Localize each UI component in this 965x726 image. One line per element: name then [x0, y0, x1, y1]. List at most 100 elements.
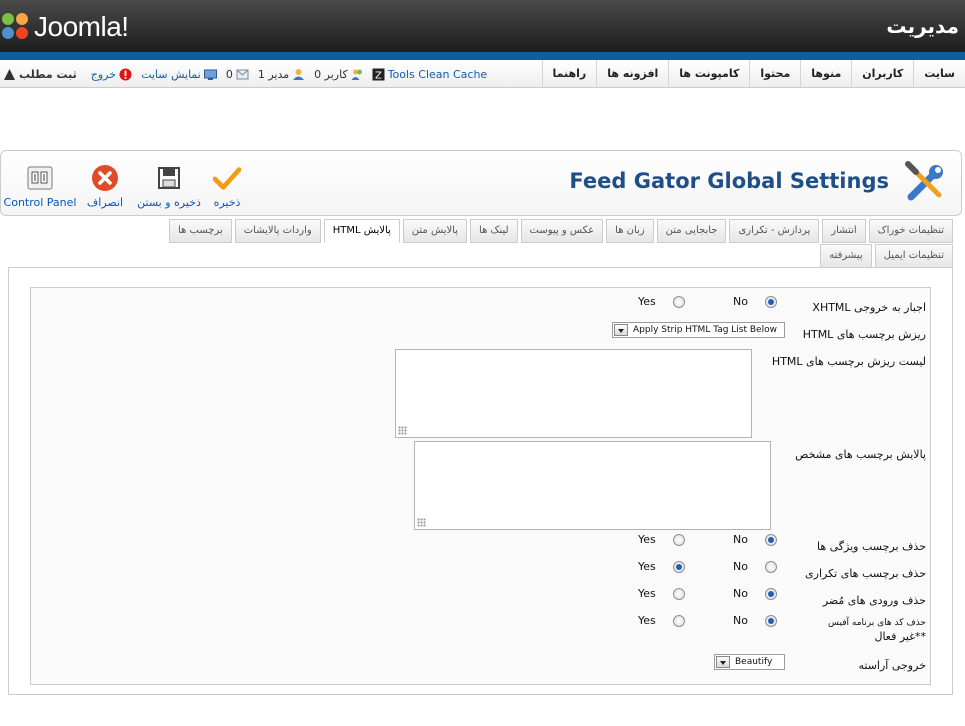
svg-text:Z: Z: [375, 70, 382, 81]
tab-advanced[interactable]: پیشرفته: [820, 244, 872, 268]
remove-dupes-yes-label: Yes: [638, 560, 656, 573]
admins-count: 1 مدیر: [258, 68, 308, 81]
joomla-logo[interactable]: Joomla!: [2, 10, 129, 44]
resize-grip-icon[interactable]: [417, 518, 426, 527]
cancel-icon: [91, 164, 119, 192]
remove-dupes-no-label: No: [733, 560, 748, 573]
users-count-label: کاربر: [324, 67, 348, 81]
remove-attrs-yes-label: Yes: [638, 533, 656, 546]
logout-icon: [119, 68, 132, 80]
menu-bar: سایت کاربران منوها محتوا کامپونت ها افزو…: [0, 60, 965, 88]
save-label: ذخیره: [213, 196, 241, 209]
remove-harmful-yes-radio[interactable]: [673, 588, 685, 600]
cancel-label: انصراف: [86, 196, 124, 209]
menu-item-site[interactable]: سایت: [913, 60, 965, 88]
remove-dupes-yes-radio[interactable]: [673, 561, 685, 573]
menu-item-users[interactable]: کاربران: [851, 60, 913, 88]
settings-form: اجبار به خروجی XHTML No Yes ریزش برچسب ه…: [30, 287, 931, 685]
strip-html-value: Apply Strip HTML Tag List Below: [633, 325, 777, 335]
admin-header: Joomla! مدیریت: [0, 0, 965, 52]
tab-publishing[interactable]: انتشار: [822, 219, 866, 243]
tab-languages[interactable]: زبان ها: [606, 219, 654, 243]
checkmark-icon: [213, 164, 241, 192]
save-button[interactable]: ذخیره: [205, 159, 249, 209]
tabs-row-2: تنظیمات ایمیل پیشرفته: [817, 244, 953, 268]
page-title: Feed Gator Global Settings: [569, 169, 889, 193]
tab-panel: اجبار به خروجی XHTML No Yes ریزش برچسب ه…: [8, 267, 953, 695]
remove-office-no-radio[interactable]: [765, 615, 777, 627]
remove-office-no-label: No: [733, 614, 748, 627]
logout-link[interactable]: خروج: [91, 68, 135, 81]
menu-item-extensions[interactable]: افزونه ها: [596, 60, 668, 88]
remove-harmful-no-radio[interactable]: [765, 588, 777, 600]
remove-harmful-label: حذف ورودی های مُضر: [822, 594, 926, 607]
control-panel-icon: [26, 164, 54, 192]
tab-html-filter[interactable]: پالایش HTML: [323, 219, 400, 243]
tab-text-filter[interactable]: پالایش متن: [402, 219, 468, 243]
remove-dupes-no-radio[interactable]: [765, 561, 777, 573]
tab-import-filters[interactable]: واردات پالایشات: [234, 219, 321, 243]
tab-links[interactable]: لینک ها: [470, 219, 518, 243]
preview-label: ثبت مطلب: [19, 67, 77, 81]
remove-office-yes-radio[interactable]: [673, 615, 685, 627]
remove-office-disabled-note: **غیر فعال: [874, 630, 926, 643]
resize-grip-icon[interactable]: [398, 426, 407, 435]
strip-html-select[interactable]: Apply Strip HTML Tag List Below: [612, 322, 785, 338]
beautify-select[interactable]: Beautify: [714, 654, 785, 670]
tools-icon: Z: [372, 68, 385, 81]
tab-images-attachments[interactable]: عکس و پیوست: [520, 219, 604, 243]
clean-cache-link[interactable]: Z Tools Clean Cache: [369, 68, 488, 81]
remove-harmful-no-label: No: [733, 587, 748, 600]
clean-cache-label[interactable]: Tools Clean Cache: [388, 68, 488, 81]
users-count: 0 کاربر: [314, 68, 367, 81]
tab-email-settings[interactable]: تنظیمات ایمیل: [874, 244, 953, 268]
status-bar: ثبت مطلب خروج نمایش سایت 0 1 مدیر 0 کارب…: [0, 60, 490, 88]
tab-text-replace[interactable]: جابجایی متن: [656, 219, 727, 243]
chevron-down-icon: [716, 656, 730, 668]
menu-item-help[interactable]: راهنما: [541, 60, 597, 88]
logout-label[interactable]: خروج: [91, 68, 116, 81]
remove-attrs-no-radio[interactable]: [765, 534, 777, 546]
cancel-button[interactable]: انصراف: [77, 159, 133, 209]
preview-link[interactable]: ثبت مطلب: [0, 68, 77, 81]
strip-list-textarea[interactable]: [395, 349, 752, 438]
force-xhtml-no-radio[interactable]: [765, 296, 777, 308]
preview-icon: [4, 68, 15, 80]
control-panel-button[interactable]: Control Panel: [4, 159, 76, 209]
tab-feed-settings[interactable]: تنظیمات خوراک: [868, 219, 953, 243]
view-site-label[interactable]: نمایش سایت: [141, 68, 201, 81]
tabs-row-1: تنظیمات خوراک انتشار پردازش - تکراری جاب…: [166, 219, 953, 243]
logo-text: Joomla!: [34, 11, 129, 42]
tab-duplicate-processing[interactable]: پردازش - تکراری: [729, 219, 820, 243]
toolbar: Control Panel انصراف ذخیره و بستن ذخیره …: [0, 150, 962, 216]
admins-count-value: 1: [257, 67, 265, 81]
messages-count-value: 0: [225, 67, 233, 81]
force-xhtml-yes-radio[interactable]: [673, 296, 685, 308]
messages-count[interactable]: 0: [226, 68, 252, 81]
users-icon: [351, 69, 362, 80]
menu-item-components[interactable]: کامپونت ها: [668, 60, 749, 88]
toolbar-buttons: Control Panel انصراف ذخیره و بستن ذخیره: [4, 159, 251, 209]
filter-tags-label: پالایش برچسب های مشخص: [795, 448, 926, 461]
beautify-label: خروجی آراسته: [858, 659, 926, 672]
save-close-label: ذخیره و بستن: [137, 196, 201, 209]
admin-user-icon: [293, 68, 305, 80]
tab-tags[interactable]: برچسب ها: [169, 219, 232, 243]
remove-attrs-label: حذف برچسب ویژگی ها: [816, 540, 926, 553]
save-close-button[interactable]: ذخیره و بستن: [135, 159, 203, 209]
beautify-value: Beautify: [735, 657, 773, 667]
menu-item-content[interactable]: محتوا: [749, 60, 800, 88]
main-menu: سایت کاربران منوها محتوا کامپونت ها افزو…: [541, 60, 965, 88]
remove-attrs-yes-radio[interactable]: [673, 534, 685, 546]
menu-item-menus[interactable]: منوها: [800, 60, 851, 88]
view-site-link[interactable]: نمایش سایت: [141, 68, 220, 81]
remove-dupes-label: حذف برچسب های تکراری: [805, 567, 926, 580]
header-strip: [0, 52, 965, 60]
admin-title: مدیریت: [886, 14, 959, 38]
filter-tags-textarea[interactable]: [414, 441, 771, 530]
remove-office-yes-label: Yes: [638, 614, 656, 627]
strip-html-label: ریزش برچسب های HTML: [802, 328, 926, 341]
force-xhtml-yes-label: Yes: [638, 295, 656, 308]
save-close-icon: [155, 164, 183, 192]
mail-icon: [236, 69, 249, 79]
